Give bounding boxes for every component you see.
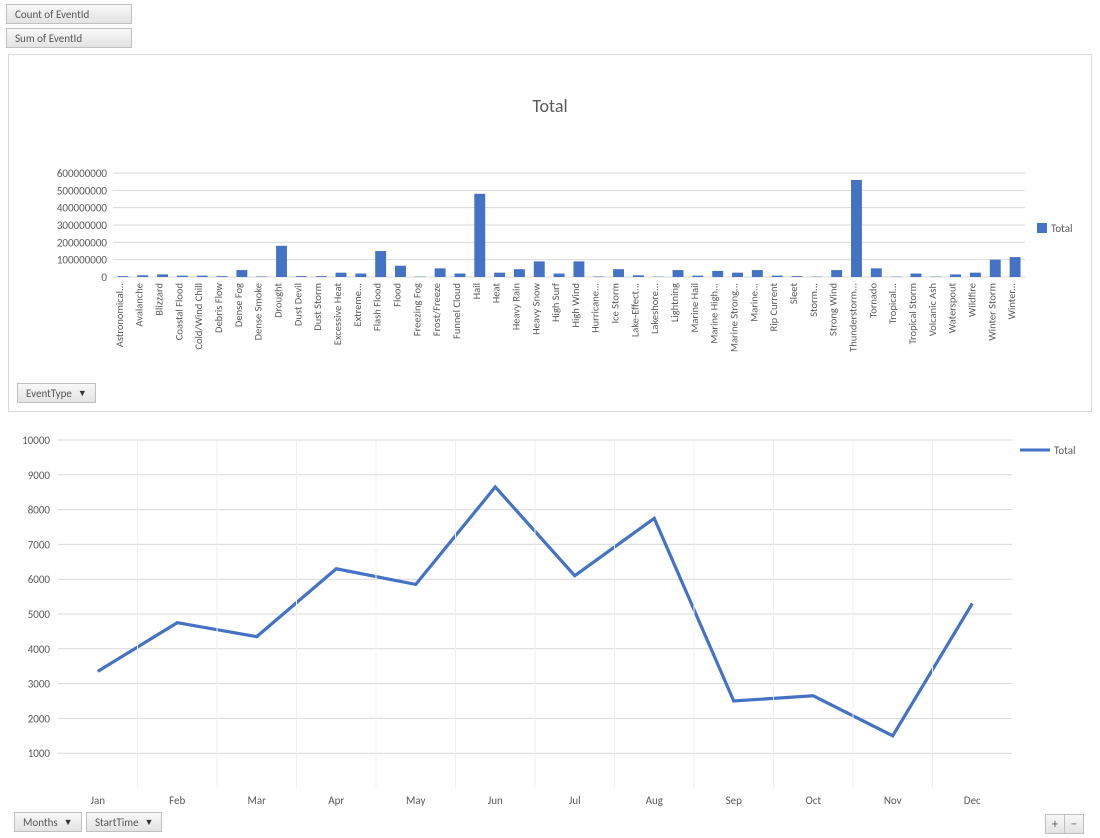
bar-chart-panel: Total 0 100000000 200000000 300000000 400000… bbox=[8, 54, 1092, 412]
button-label: Sum of EventId bbox=[15, 32, 82, 45]
svg-text:Sep: Sep bbox=[726, 794, 743, 807]
button-label: Months bbox=[23, 816, 58, 829]
svg-text:Aug: Aug bbox=[646, 794, 663, 807]
button-label: EventType bbox=[26, 387, 72, 400]
svg-text:Drought: Drought bbox=[272, 283, 285, 318]
svg-text:Dense Fog: Dense Fog bbox=[232, 283, 245, 327]
svg-text:100000000: 100000000 bbox=[57, 254, 108, 267]
svg-text:Dust Devil: Dust Devil bbox=[291, 283, 304, 326]
svg-text:Jan: Jan bbox=[90, 794, 105, 807]
svg-text:8000: 8000 bbox=[28, 504, 51, 517]
svg-text:Extreme...: Extreme... bbox=[351, 283, 364, 327]
svg-text:Heat: Heat bbox=[490, 283, 503, 304]
svg-text:Waterspout: Waterspout bbox=[946, 283, 959, 334]
starttime-filter-button[interactable]: StartTime ▼ bbox=[86, 812, 162, 832]
svg-text:Feb: Feb bbox=[169, 794, 185, 807]
svg-text:Coastal Flood: Coastal Flood bbox=[172, 283, 185, 340]
svg-text:High Surf: High Surf bbox=[549, 282, 562, 322]
svg-text:Total: Total bbox=[1051, 222, 1073, 235]
chart1-title: Total bbox=[9, 95, 1091, 117]
count-of-eventid-button[interactable]: Count of EventId bbox=[6, 4, 132, 24]
svg-text:Marine Hail: Marine Hail bbox=[688, 283, 701, 333]
svg-text:Sleet: Sleet bbox=[787, 283, 800, 305]
button-label: StartTime bbox=[95, 816, 139, 829]
svg-text:Tropical...: Tropical... bbox=[886, 283, 899, 324]
svg-text:Apr: Apr bbox=[328, 794, 344, 807]
svg-text:Marine...: Marine... bbox=[747, 283, 760, 322]
svg-text:2000: 2000 bbox=[28, 712, 51, 725]
svg-text:3000: 3000 bbox=[28, 678, 51, 691]
svg-text:Winter Storm: Winter Storm bbox=[985, 283, 998, 341]
svg-text:Dust Storm: Dust Storm bbox=[311, 283, 324, 331]
svg-text:10000: 10000 bbox=[22, 434, 50, 447]
svg-text:Cold/Wind Chill: Cold/Wind Chill bbox=[192, 283, 205, 350]
svg-text:Lake-Effect...: Lake-Effect... bbox=[628, 283, 641, 337]
svg-text:Flash Flood: Flash Flood bbox=[371, 283, 384, 331]
svg-text:Strong Wind: Strong Wind bbox=[827, 283, 840, 336]
dropdown-arrow-icon: ▼ bbox=[145, 817, 154, 828]
svg-text:Total: Total bbox=[1054, 444, 1076, 457]
svg-text:Blizzard: Blizzard bbox=[153, 283, 166, 316]
svg-text:Freezing Fog: Freezing Fog bbox=[410, 283, 423, 336]
svg-text:Winter...: Winter... bbox=[1005, 283, 1018, 319]
svg-text:Nov: Nov bbox=[884, 794, 902, 807]
button-label: Count of EventId bbox=[15, 8, 89, 21]
svg-text:May: May bbox=[406, 794, 425, 807]
bar-chart: 0 100000000 200000000 300000000 400000000 500… bbox=[25, 133, 1083, 383]
svg-text:Lakeshore...: Lakeshore... bbox=[648, 283, 661, 334]
svg-text:0: 0 bbox=[101, 271, 107, 284]
line-chart: 1000 2000 3000 4000 5000 6000 7000 8000 9000 1000… bbox=[8, 430, 1092, 808]
svg-text:400000000: 400000000 bbox=[57, 202, 108, 215]
svg-text:Dec: Dec bbox=[964, 794, 981, 807]
svg-text:Thunderstorm...: Thunderstorm... bbox=[846, 283, 859, 352]
svg-text:300000000: 300000000 bbox=[57, 219, 108, 232]
svg-text:Tornado: Tornado bbox=[866, 283, 879, 318]
dropdown-arrow-icon: ▼ bbox=[64, 817, 73, 828]
svg-text:9000: 9000 bbox=[28, 469, 51, 482]
svg-text:Oct: Oct bbox=[805, 794, 821, 807]
svg-text:Hurricane...: Hurricane... bbox=[589, 283, 602, 333]
svg-text:Mar: Mar bbox=[247, 794, 266, 807]
zoom-out-button[interactable]: − bbox=[1064, 814, 1084, 834]
svg-text:Excessive Heat: Excessive Heat bbox=[331, 283, 344, 346]
svg-text:Avalanche: Avalanche bbox=[133, 283, 146, 327]
eventtype-filter-button[interactable]: EventType ▼ bbox=[17, 383, 96, 403]
svg-text:Heavy Rain: Heavy Rain bbox=[509, 283, 522, 330]
svg-text:Hail: Hail bbox=[470, 283, 483, 299]
svg-text:Lightning: Lightning bbox=[668, 283, 681, 322]
svg-text:Storm...: Storm... bbox=[807, 283, 820, 317]
svg-text:Debris Flow: Debris Flow bbox=[212, 283, 225, 333]
months-filter-button[interactable]: Months ▼ bbox=[14, 812, 82, 832]
svg-text:High Wind: High Wind bbox=[569, 283, 582, 328]
svg-text:Volcanic Ash: Volcanic Ash bbox=[926, 283, 939, 336]
zoom-in-button[interactable]: + bbox=[1045, 814, 1065, 834]
svg-text:Rip Current: Rip Current bbox=[767, 283, 780, 332]
dropdown-arrow-icon: ▼ bbox=[78, 388, 87, 399]
svg-text:Heavy Snow: Heavy Snow bbox=[529, 283, 542, 335]
svg-text:Funnel Cloud: Funnel Cloud bbox=[450, 283, 463, 339]
svg-text:Tropical Storm: Tropical Storm bbox=[906, 283, 919, 344]
svg-text:Jun: Jun bbox=[488, 794, 503, 807]
svg-text:5000: 5000 bbox=[28, 608, 51, 621]
svg-text:200000000: 200000000 bbox=[57, 236, 108, 249]
svg-text:Jul: Jul bbox=[569, 794, 581, 807]
svg-text:Dense Smoke: Dense Smoke bbox=[252, 283, 265, 340]
svg-text:Ice Storm: Ice Storm bbox=[609, 283, 622, 324]
svg-text:500000000: 500000000 bbox=[57, 184, 108, 197]
line-chart-panel: 1000 2000 3000 4000 5000 6000 7000 8000 9000 1000… bbox=[8, 420, 1092, 838]
svg-text:Astronomical...: Astronomical... bbox=[113, 283, 126, 347]
svg-text:4000: 4000 bbox=[28, 643, 51, 656]
svg-text:6000: 6000 bbox=[28, 573, 51, 586]
svg-text:Wildfire: Wildfire bbox=[965, 283, 978, 317]
sum-of-eventid-button[interactable]: Sum of EventId bbox=[6, 28, 132, 48]
svg-text:7000: 7000 bbox=[28, 538, 51, 551]
svg-text:1000: 1000 bbox=[28, 747, 51, 760]
svg-text:600000000: 600000000 bbox=[57, 167, 108, 180]
svg-text:Marine Strong...: Marine Strong... bbox=[728, 283, 741, 352]
svg-text:Flood: Flood bbox=[390, 283, 403, 307]
svg-text:Frost/Freeze: Frost/Freeze bbox=[430, 283, 443, 336]
svg-text:Marine High...: Marine High... bbox=[708, 283, 721, 344]
